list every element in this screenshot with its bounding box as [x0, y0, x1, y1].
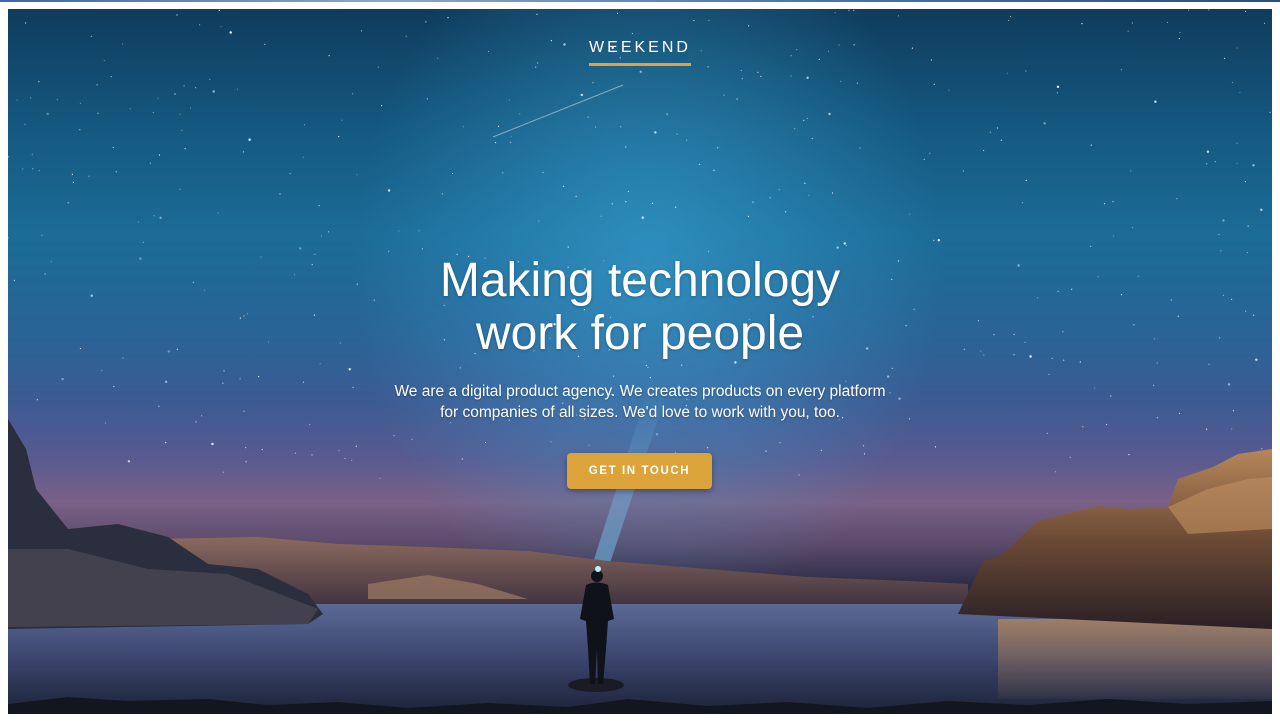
hero-description: We are a digital product agency. We crea… — [8, 381, 1272, 423]
hero-headline: Making technology work for people — [8, 254, 1272, 360]
hero-headline-line-2: work for people — [475, 307, 805, 360]
get-in-touch-button[interactable]: GET IN TOUCH — [567, 453, 712, 489]
top-border — [0, 0, 1280, 2]
night-landscape-scene — [8, 389, 1272, 714]
brand-logo[interactable]: WEEKEND — [589, 39, 691, 66]
hero-description-line-1: We are a digital product agency. We crea… — [394, 383, 886, 400]
hero-headline-line-1: Making technology — [439, 254, 841, 307]
hero-description-line-2: for companies of all sizes. We'd love to… — [440, 404, 840, 421]
page-frame: WEEKEND Making technology work for peopl… — [0, 0, 1280, 722]
hero-section: WEEKEND Making technology work for peopl… — [8, 9, 1272, 714]
brand-header: WEEKEND — [8, 39, 1272, 66]
